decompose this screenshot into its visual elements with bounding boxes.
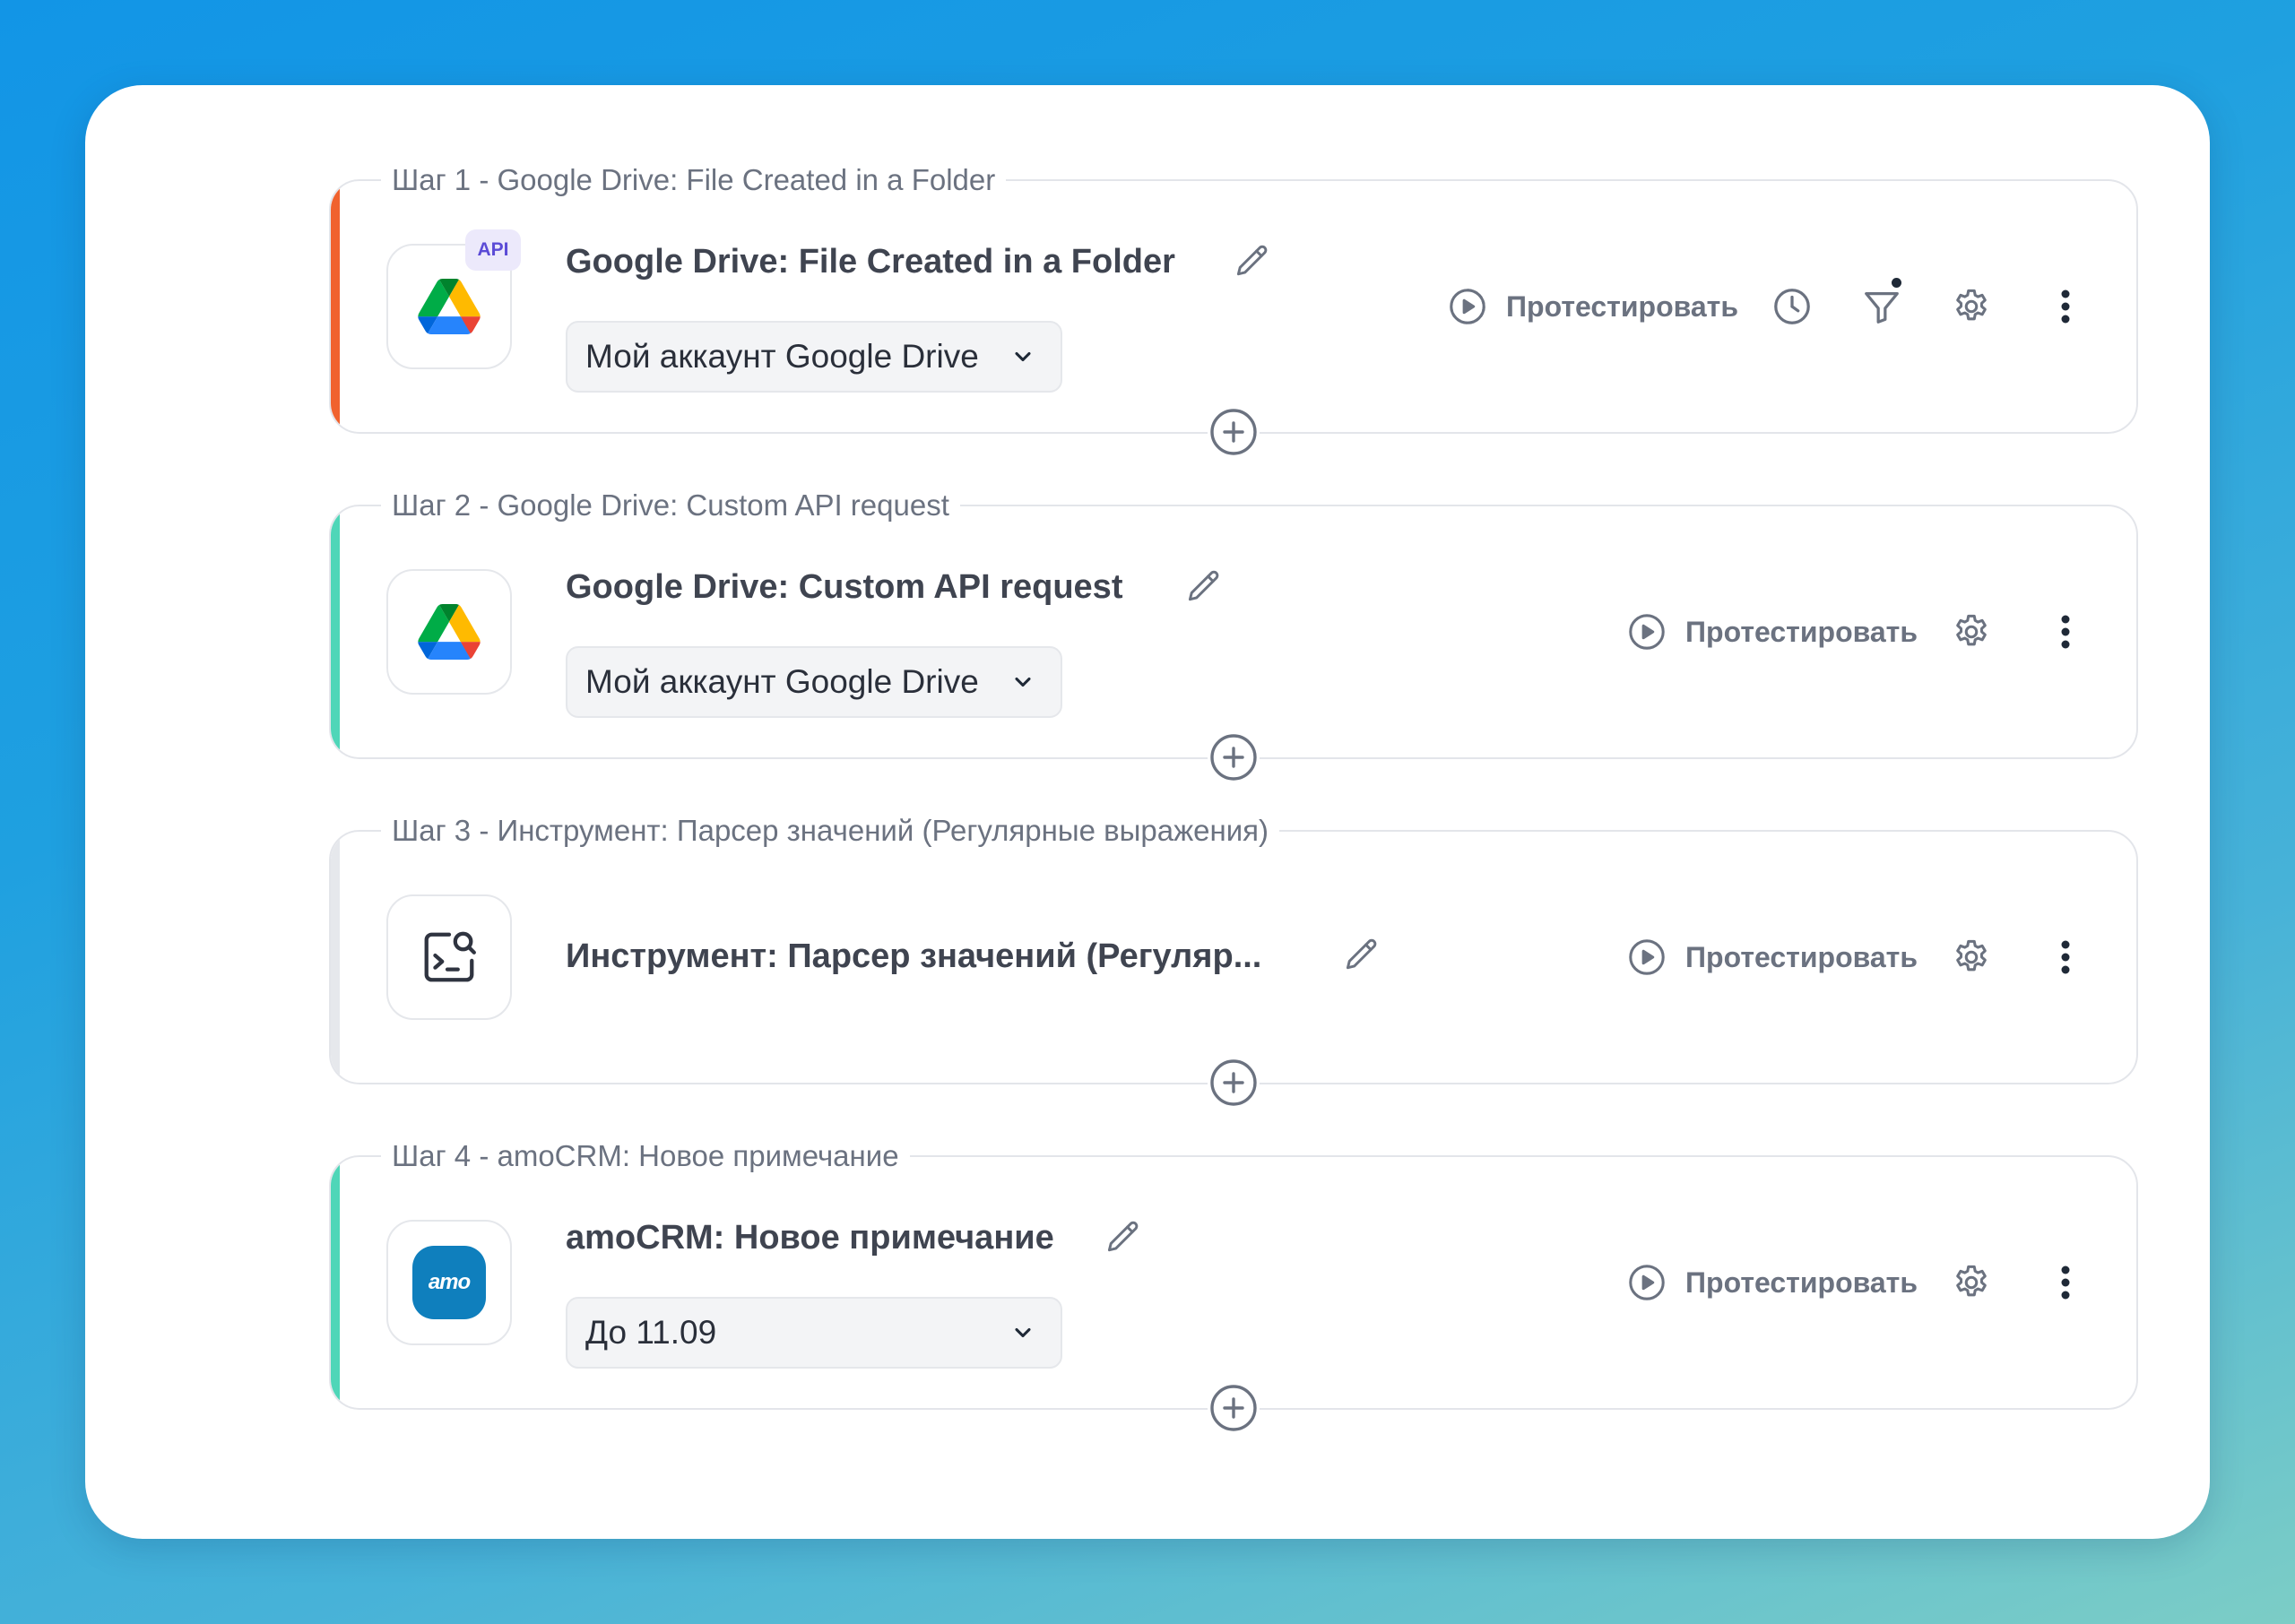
app-icon-box <box>386 894 512 1020</box>
clock-icon <box>1774 289 1810 324</box>
amocrm-logo-icon: amo <box>412 1246 486 1319</box>
add-step-button[interactable] <box>1208 1057 1260 1109</box>
gear-icon <box>1956 614 1987 646</box>
step-card-1: Шаг 1 - Google Drive: File Created in a … <box>329 160 2138 458</box>
account-select-value: Мой аккаунт Google Drive <box>585 338 979 375</box>
step-label: Шаг 3 - Инструмент: Парсер значений (Рег… <box>381 811 1280 851</box>
filter-button[interactable] <box>1860 278 1903 328</box>
play-circle-icon <box>1629 1265 1665 1300</box>
plus-circle-icon <box>1210 409 1257 455</box>
more-vertical-icon <box>2061 615 2070 649</box>
add-step-button[interactable] <box>1208 731 1260 783</box>
app-icon-box: amo <box>386 1220 512 1345</box>
more-options-button[interactable] <box>2052 285 2079 328</box>
step-actions: Протестировать <box>1626 1157 2079 1408</box>
more-options-button[interactable] <box>2052 936 2079 979</box>
plus-circle-icon <box>1210 1059 1257 1106</box>
step-title: Инструмент: Парсер значений (Регуляр... <box>566 937 1262 975</box>
plus-circle-icon <box>1210 734 1257 781</box>
edit-pencil-icon[interactable] <box>1342 936 1381 975</box>
more-options-button[interactable] <box>2052 610 2079 653</box>
more-vertical-icon <box>2061 289 2070 324</box>
test-button[interactable]: Протестировать <box>1626 611 1918 652</box>
note-select[interactable]: До 11.09 <box>566 1297 1062 1369</box>
gear-icon <box>1956 1265 1987 1297</box>
test-button-label: Протестировать <box>1685 940 1918 973</box>
step-label: Шаг 1 - Google Drive: File Created in a … <box>381 160 1007 200</box>
edit-pencil-icon[interactable] <box>1184 567 1224 607</box>
more-options-button[interactable] <box>2052 1261 2079 1304</box>
step-title: Google Drive: Custom API request <box>566 568 1123 606</box>
step-actions: Протестировать <box>1626 832 2079 1083</box>
plus-circle-icon <box>1210 1385 1257 1431</box>
filter-active-dot <box>1892 278 1901 288</box>
step-card-4: Шаг 4 - amoCRM: Новое примечание amo amo… <box>329 1136 2138 1434</box>
play-circle-icon <box>1450 289 1485 324</box>
test-button-label: Протестировать <box>1506 289 1738 323</box>
add-step-button[interactable] <box>1208 1382 1260 1434</box>
app-icon-box: API <box>386 229 521 369</box>
test-button-label: Протестировать <box>1685 1266 1918 1299</box>
api-badge: API <box>465 229 521 271</box>
schedule-button[interactable] <box>1771 285 1814 328</box>
gear-icon <box>1956 939 1987 972</box>
settings-button[interactable] <box>1950 610 1993 653</box>
account-select[interactable]: Мой аккаунт Google Drive <box>566 321 1062 393</box>
step-title: amoCRM: Новое примечание <box>566 1219 1054 1257</box>
settings-button[interactable] <box>1950 1261 1993 1304</box>
chevron-down-icon <box>1015 1327 1031 1338</box>
settings-button[interactable] <box>1950 285 1993 328</box>
step-card-2: Шаг 2 - Google Drive: Custom API request… <box>329 486 2138 783</box>
play-circle-icon <box>1629 614 1665 650</box>
test-button[interactable]: Протестировать <box>1626 937 1918 978</box>
step-label: Шаг 2 - Google Drive: Custom API request <box>381 486 960 525</box>
note-select-value: До 11.09 <box>585 1314 717 1351</box>
more-vertical-icon <box>2061 1266 2070 1300</box>
google-drive-icon <box>418 604 481 660</box>
chevron-down-icon <box>1015 351 1031 362</box>
account-select[interactable]: Мой аккаунт Google Drive <box>566 646 1062 718</box>
step-title: Google Drive: File Created in a Folder <box>566 243 1175 281</box>
workflow-panel: Шаг 1 - Google Drive: File Created in a … <box>85 85 2210 1539</box>
step-actions: Протестировать <box>1626 506 2079 757</box>
step-actions: Протестировать <box>1447 181 2079 432</box>
step-label: Шаг 4 - amoCRM: Новое примечание <box>381 1136 910 1176</box>
test-button[interactable]: Протестировать <box>1626 1262 1918 1303</box>
more-vertical-icon <box>2061 940 2070 974</box>
gear-icon <box>1956 289 1987 321</box>
app-icon-box <box>386 569 512 695</box>
chevron-down-icon <box>1015 677 1031 687</box>
step-card-3: Шаг 3 - Инструмент: Парсер значений (Рег… <box>329 811 2138 1109</box>
test-button[interactable]: Протестировать <box>1447 286 1738 327</box>
settings-button[interactable] <box>1950 936 1993 979</box>
google-drive-icon <box>418 279 481 334</box>
edit-pencil-icon[interactable] <box>1233 242 1272 281</box>
test-button-label: Протестировать <box>1685 615 1918 648</box>
add-step-button[interactable] <box>1208 406 1260 458</box>
filter-icon <box>1865 291 1899 324</box>
account-select-value: Мой аккаунт Google Drive <box>585 663 979 700</box>
terminal-search-icon <box>424 931 476 982</box>
play-circle-icon <box>1629 939 1665 975</box>
edit-pencil-icon[interactable] <box>1104 1218 1143 1257</box>
